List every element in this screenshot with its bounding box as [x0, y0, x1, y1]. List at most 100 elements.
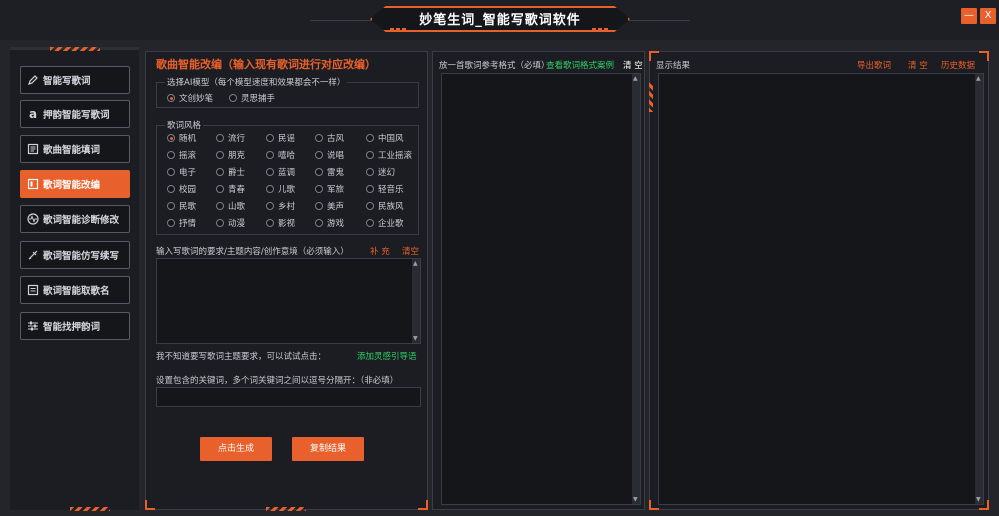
scroll-down-icon[interactable]: ▼ [976, 496, 981, 503]
add-inspiration-link[interactable]: 添加灵感引导语 [357, 350, 417, 362]
style-option-11[interactable]: 爵士 [216, 166, 245, 178]
keywords-input[interactable] [156, 387, 421, 407]
requirement-input[interactable]: ▲ ▼ [156, 258, 421, 344]
radio-dot [229, 94, 237, 102]
rewrite-icon [27, 178, 39, 190]
radio-dot [315, 219, 323, 227]
quill-icon [27, 249, 39, 261]
style-option-9[interactable]: 工业摇滚 [366, 149, 412, 161]
panel-corner [145, 500, 155, 510]
style-option-2[interactable]: 民谣 [266, 132, 295, 144]
title-icon [27, 284, 39, 296]
copy-result-button[interactable]: 复制结果 [292, 437, 364, 461]
style-option-5[interactable]: 摇滚 [167, 149, 196, 161]
model-group-label: 选择AI模型（每个模型速度和效果都会不一样） [165, 76, 348, 88]
style-option-22[interactable]: 乡村 [266, 200, 295, 212]
result-clear-link[interactable]: 清 空 [908, 59, 928, 71]
style-option-20[interactable]: 民歌 [167, 200, 196, 212]
style-option-17[interactable]: 儿歌 [266, 183, 295, 195]
style-option-13[interactable]: 雷鬼 [315, 166, 344, 178]
close-button[interactable]: X [980, 8, 996, 24]
hint-text: 我不知道要写歌词主题要求，可以试试点击： [156, 352, 327, 362]
panel-title: 歌曲智能改编（输入现有歌词进行对应改编） [156, 58, 376, 71]
scroll-down-icon[interactable]: ▼ [413, 335, 418, 342]
radio-dot [216, 134, 224, 142]
result-scrollbar[interactable]: ▲ ▼ [975, 74, 983, 504]
panel-corner [418, 500, 428, 510]
style-option-0[interactable]: 随机 [167, 132, 196, 144]
requirement-label: 输入写歌词的要求/主题内容/创作意境（必须输入） [156, 247, 349, 257]
style-option-21[interactable]: 山歌 [216, 200, 245, 212]
requirement-clear-link[interactable]: 清空 [402, 245, 419, 257]
style-option-24[interactable]: 民族风 [366, 200, 404, 212]
radio-dot [266, 202, 274, 210]
style-option-23[interactable]: 美声 [315, 200, 344, 212]
style-option-14[interactable]: 迷幻 [366, 166, 395, 178]
requirement-scrollbar[interactable]: ▲ ▼ [412, 259, 420, 343]
model-option-1[interactable]: 灵思捕手 [229, 92, 275, 104]
sidebar-item-label: 智能找押韵词 [43, 322, 101, 333]
reference-lyrics-input[interactable]: ▲ ▼ [441, 73, 641, 505]
keywords-label: 设置包含的关键词，多个词关键词之间以逗号分隔开：（非必填） [156, 376, 399, 386]
view-format-sample-link[interactable]: 查看歌词格式案例 [546, 59, 614, 71]
style-option-8[interactable]: 说唱 [315, 149, 344, 161]
radio-dot [216, 168, 224, 176]
style-option-25[interactable]: 抒情 [167, 217, 196, 229]
history-data-link[interactable]: 历史数据 [941, 59, 975, 71]
style-option-16[interactable]: 青春 [216, 183, 245, 195]
sidebar-item-rewrite-lyrics[interactable]: 歌词智能改编 [20, 170, 130, 198]
radio-dot [315, 202, 323, 210]
sidebar-item-rhyme-write[interactable]: a 押韵智能写歌词 [20, 100, 130, 128]
export-lyrics-link[interactable]: 导出歌词 [857, 59, 891, 71]
style-option-19[interactable]: 轻音乐 [366, 183, 404, 195]
style-option-6[interactable]: 朋克 [216, 149, 245, 161]
style-option-18[interactable]: 军旅 [315, 183, 344, 195]
reference-scrollbar[interactable]: ▲ ▼ [632, 74, 640, 504]
sidebar-item-find-rhymes[interactable]: 智能找押韵词 [20, 312, 130, 340]
style-option-28[interactable]: 游戏 [315, 217, 344, 229]
radio-dot [167, 219, 175, 227]
radio-dot [366, 202, 374, 210]
style-option-29[interactable]: 企业歌 [366, 217, 404, 229]
scroll-up-icon[interactable]: ▲ [633, 75, 638, 82]
scroll-down-icon[interactable]: ▼ [633, 496, 638, 503]
pen-icon [27, 74, 39, 86]
radio-dot [266, 168, 274, 176]
style-option-3[interactable]: 古风 [315, 132, 344, 144]
sidebar-item-fill-lyrics[interactable]: 歌曲智能填词 [20, 135, 130, 163]
radio-dot [167, 151, 175, 159]
sidebar-item-write-lyrics[interactable]: 智能写歌词 [20, 66, 130, 94]
reference-panel: 放一首歌词参考格式（必填） 查看歌词格式案例 清 空 ▲ ▼ [432, 51, 645, 510]
model-option-0[interactable]: 文创妙笔 [167, 92, 213, 104]
sidebar-item-diagnose-lyrics[interactable]: 歌词智能诊断修改 [20, 205, 130, 233]
style-option-1[interactable]: 流行 [216, 132, 245, 144]
radio-dot [216, 151, 224, 159]
style-group-label: 歌词风格 [165, 119, 204, 131]
generate-button[interactable]: 点击生成 [200, 437, 272, 461]
style-option-4[interactable]: 中国风 [366, 132, 404, 144]
style-option-26[interactable]: 动漫 [216, 217, 245, 229]
sidebar-item-label: 歌曲智能填词 [43, 145, 101, 156]
result-output[interactable]: ▲ ▼ [658, 73, 984, 505]
sidebar-item-imitate-lyrics[interactable]: 歌词智能仿写续写 [20, 241, 130, 269]
sidebar-stripe-top [50, 47, 100, 51]
requirement-supplement-link[interactable]: 补 充 [370, 245, 390, 257]
style-option-10[interactable]: 电子 [167, 166, 196, 178]
reference-header: 放一首歌词参考格式（必填） [439, 61, 550, 71]
style-option-7[interactable]: 嘻哈 [266, 149, 295, 161]
sidebar-item-label: 智能写歌词 [43, 76, 91, 87]
scroll-up-icon[interactable]: ▲ [976, 75, 981, 82]
style-option-12[interactable]: 蓝调 [266, 166, 295, 178]
scroll-up-icon[interactable]: ▲ [413, 260, 418, 267]
style-option-27[interactable]: 影视 [266, 217, 295, 229]
document-icon [27, 143, 39, 155]
radio-dot [366, 219, 374, 227]
sliders-icon [27, 320, 39, 332]
radio-dot [167, 202, 175, 210]
sidebar-item-song-title[interactable]: 歌词智能取歌名 [20, 276, 130, 304]
style-option-15[interactable]: 校园 [167, 183, 196, 195]
sidebar-item-label: 歌词智能诊断修改 [43, 215, 120, 226]
minimize-button[interactable]: — [961, 8, 977, 24]
reference-clear-link[interactable]: 清 空 [623, 59, 643, 71]
sidebar-item-label: 歌词智能取歌名 [43, 286, 110, 297]
